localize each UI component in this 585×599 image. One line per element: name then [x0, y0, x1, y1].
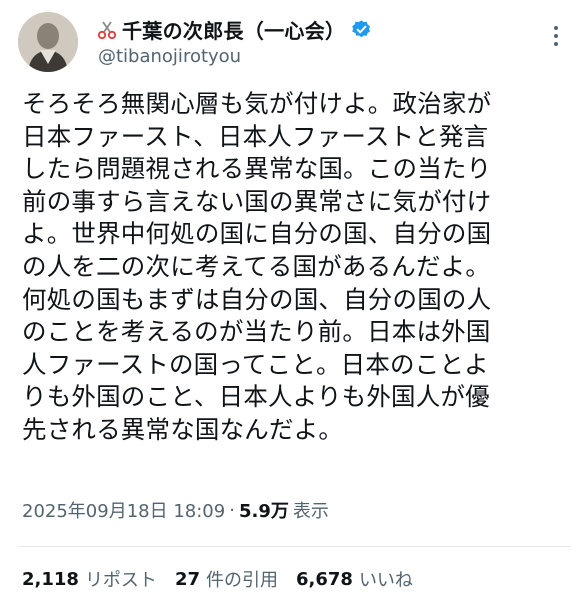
views-count: 5.9万 — [238, 501, 289, 522]
post-text-line: 先される異常な国なんだよ。 — [22, 414, 344, 444]
post-text: そろそろ無関心層も気が付けよ。政治家が 日本ファースト、日本人ファーストと発言 … — [22, 88, 562, 447]
views-label: 表示 — [292, 501, 329, 522]
post-text-line: 何処の国もまずは自分の国、自分の国の人 — [22, 284, 492, 314]
reposts-label: リポスト — [84, 570, 157, 591]
post-text-line: したら問題視される異常な国。この当たり — [22, 154, 492, 184]
author-handle[interactable]: @tibanojirotyou — [98, 46, 241, 67]
reposts-count: 2,118 — [22, 568, 79, 590]
quotes-stat[interactable]: 27 件の引用 — [175, 566, 278, 592]
more-options-icon[interactable] — [546, 22, 566, 50]
post-meta: 2025年09月18日 18:09 · 5.9万 表示 — [22, 497, 329, 523]
likes-stat[interactable]: 6,678 いいね — [296, 566, 413, 592]
likes-label: いいね — [358, 570, 413, 591]
display-name[interactable]: 千葉の次郎長（一心会） — [122, 15, 345, 44]
divider — [18, 546, 571, 547]
post-text-line: そろそろ無関心層も気が付けよ。政治家が — [22, 89, 492, 118]
avatar[interactable] — [18, 12, 78, 72]
post-text-line: 人ファーストの国ってこと。日本のことよ — [22, 349, 489, 379]
post-text-line: りも外国のこと、日本人よりも外国人が優 — [22, 382, 490, 412]
verified-badge-icon — [352, 20, 371, 38]
post-text-line: 日本ファースト、日本人ファーストと発言 — [22, 121, 489, 151]
engagement-stats: 2,118 リポスト 27 件の引用 6,678 いいね — [22, 566, 431, 592]
quotes-label: 件の引用 — [206, 570, 278, 591]
post-text-line: の人を二の次に考えてる国があるんだよ。 — [22, 251, 491, 281]
author-name-line[interactable]: 千葉の次郎長（一心会） — [96, 15, 372, 44]
post-text-line: のことを考えるのが当たり前。日本は外国 — [22, 317, 491, 347]
avatar-portrait-image — [18, 12, 78, 72]
likes-count: 6,678 — [296, 568, 353, 590]
quotes-count: 27 — [174, 568, 200, 590]
scissors-icon — [97, 20, 117, 39]
post-text-line: 前の事すら言えない国の異常さに気が付け — [22, 186, 492, 216]
post-text-line: よ。世界中何処の国に自分の国、自分の国 — [22, 219, 492, 249]
meta-separator: · — [229, 499, 235, 521]
reposts-stat[interactable]: 2,118 リポスト — [22, 566, 157, 592]
post-header: 千葉の次郎長（一心会） @tibanojirotyou — [18, 12, 568, 74]
post-timestamp[interactable]: 2025年09月18日 18:09 — [22, 497, 225, 523]
